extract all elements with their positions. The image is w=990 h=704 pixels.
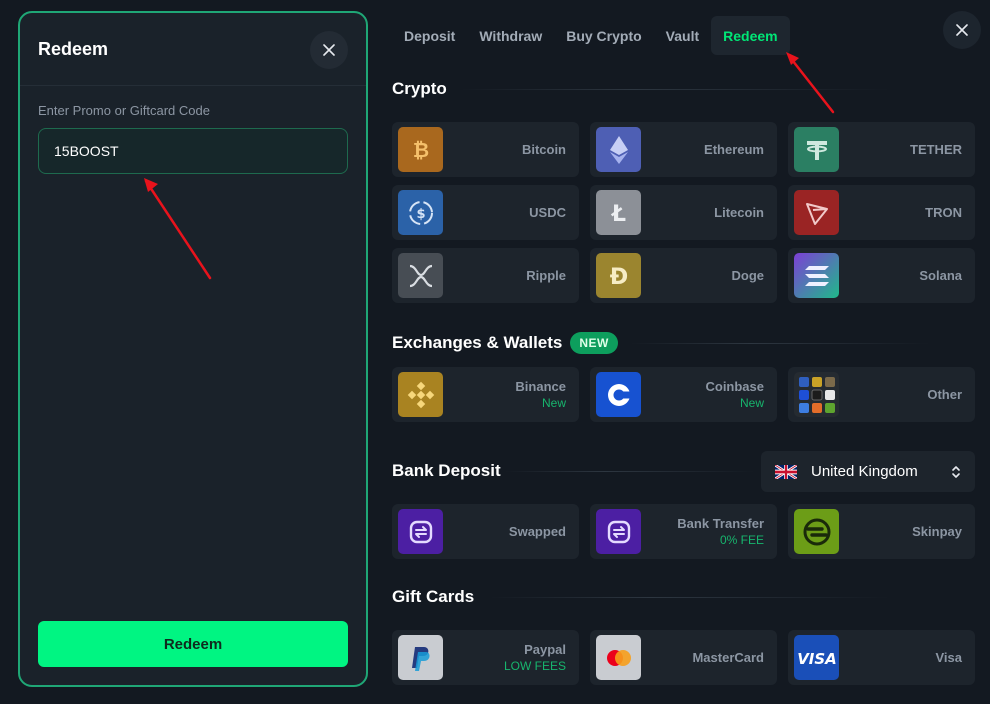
crypto-card-bitcoin[interactable]: ₿ Bitcoin xyxy=(392,122,579,177)
svg-text:Đ: Đ xyxy=(609,265,627,289)
crypto-card-usdc[interactable]: $ USDC xyxy=(392,185,579,240)
section-title-text: Gift Cards xyxy=(392,587,475,606)
crypto-name: TETHER xyxy=(910,142,962,157)
ethereum-icon xyxy=(596,127,641,172)
redeem-panel: Redeem Enter Promo or Giftcard Code Rede… xyxy=(18,11,368,687)
bank-sub: 0% FEE xyxy=(719,533,764,547)
bank-card-bank-transfer[interactable]: Bank Transfer 0% FEE xyxy=(590,504,777,559)
bank-name: Skinpay xyxy=(912,524,962,539)
country-name: United Kingdom xyxy=(811,463,918,480)
svg-text:VISA: VISA xyxy=(797,650,837,668)
country-select[interactable]: United Kingdom xyxy=(761,451,975,492)
bank-transfer-icon xyxy=(596,509,641,554)
binance-icon xyxy=(398,372,443,417)
chevron-up-down-icon xyxy=(952,465,960,478)
exchange-name: Other xyxy=(927,387,962,402)
redeem-panel-close-button[interactable] xyxy=(310,31,348,69)
tab-redeem[interactable]: Redeem xyxy=(711,16,790,55)
crypto-name: TRON xyxy=(925,205,962,220)
mastercard-icon xyxy=(596,635,641,680)
bank-name: Swapped xyxy=(508,524,566,539)
section-divider xyxy=(490,597,890,598)
crypto-name: Doge xyxy=(731,268,765,283)
close-icon xyxy=(323,44,335,56)
crypto-name: Bitcoin xyxy=(521,142,566,157)
annotation-arrow xyxy=(786,52,835,114)
tab-vault[interactable]: Vault xyxy=(654,16,711,55)
section-title-text: Exchanges & Wallets xyxy=(392,333,563,352)
section-divider xyxy=(460,89,890,90)
tab-buy-crypto[interactable]: Buy Crypto xyxy=(554,16,653,55)
gift-card-paypal[interactable]: Paypal LOW FEES xyxy=(392,630,579,685)
exchange-card-other[interactable]: Other xyxy=(788,367,975,422)
exchange-name: Coinbase xyxy=(705,379,764,394)
litecoin-icon: Ł xyxy=(596,190,641,235)
crypto-card-litecoin[interactable]: Ł Litecoin xyxy=(590,185,777,240)
exchange-card-coinbase[interactable]: Coinbase New xyxy=(590,367,777,422)
coinbase-icon xyxy=(596,372,641,417)
uk-flag-icon xyxy=(775,464,797,479)
crypto-name: Litecoin xyxy=(714,205,764,220)
gift-name: Paypal xyxy=(524,642,566,657)
section-title-crypto: Crypto xyxy=(392,79,447,99)
modal-close-button[interactable] xyxy=(943,11,981,49)
paypal-icon xyxy=(398,635,443,680)
section-title-gift: Gift Cards xyxy=(392,587,474,607)
section-divider xyxy=(505,471,755,472)
close-icon xyxy=(956,24,968,36)
doge-icon: Đ xyxy=(596,253,641,298)
section-title-exchanges: Exchanges & Wallets NEW xyxy=(392,332,618,354)
other-wallets-icon xyxy=(794,372,839,417)
tab-withdraw[interactable]: Withdraw xyxy=(467,16,554,55)
solana-icon xyxy=(794,253,839,298)
crypto-card-tether[interactable]: TETHER xyxy=(788,122,975,177)
exchange-name: Binance xyxy=(515,379,566,394)
exchange-sub: New xyxy=(739,396,764,410)
bank-card-skinpay[interactable]: Skinpay xyxy=(788,504,975,559)
promo-code-input[interactable] xyxy=(38,128,348,174)
redeem-panel-header: Redeem xyxy=(20,13,366,86)
ripple-icon xyxy=(398,253,443,298)
tron-icon xyxy=(794,190,839,235)
svg-text:Ł: Ł xyxy=(610,202,625,226)
svg-text:₿: ₿ xyxy=(412,138,428,162)
bank-card-swapped[interactable]: Swapped xyxy=(392,504,579,559)
crypto-card-ripple[interactable]: Ripple xyxy=(392,248,579,303)
crypto-card-solana[interactable]: Solana xyxy=(788,248,975,303)
exchange-sub: New xyxy=(541,396,566,410)
tether-icon xyxy=(794,127,839,172)
gift-card-mastercard[interactable]: MasterCard xyxy=(590,630,777,685)
gift-sub: LOW FEES xyxy=(503,659,566,673)
bank-name: Bank Transfer xyxy=(677,516,764,531)
crypto-name: USDC xyxy=(529,205,566,220)
section-divider xyxy=(630,343,930,344)
gift-name: MasterCard xyxy=(692,650,764,665)
redeem-panel-title: Redeem xyxy=(38,39,109,59)
swapped-icon xyxy=(398,509,443,554)
redeem-submit-button[interactable]: Redeem xyxy=(38,621,348,667)
new-badge: NEW xyxy=(570,332,618,354)
exchange-card-binance[interactable]: Binance New xyxy=(392,367,579,422)
crypto-card-ethereum[interactable]: Ethereum xyxy=(590,122,777,177)
crypto-name: Solana xyxy=(919,268,962,283)
usdc-icon: $ xyxy=(398,190,443,235)
section-title-bank: Bank Deposit xyxy=(392,461,501,481)
skinpay-icon xyxy=(794,509,839,554)
svg-text:$: $ xyxy=(416,207,425,222)
gift-card-visa[interactable]: VISA Visa xyxy=(788,630,975,685)
visa-icon: VISA xyxy=(794,635,839,680)
bitcoin-icon: ₿ xyxy=(398,127,443,172)
wallet-tabs: Deposit Withdraw Buy Crypto Vault Redeem xyxy=(392,16,790,55)
section-title-text: Crypto xyxy=(392,79,447,98)
tab-deposit[interactable]: Deposit xyxy=(392,16,467,55)
crypto-card-doge[interactable]: Đ Doge xyxy=(590,248,777,303)
crypto-card-tron[interactable]: TRON xyxy=(788,185,975,240)
gift-name: Visa xyxy=(935,650,962,665)
promo-code-label: Enter Promo or Giftcard Code xyxy=(38,103,210,118)
crypto-name: Ripple xyxy=(526,268,566,283)
crypto-name: Ethereum xyxy=(704,142,764,157)
section-title-text: Bank Deposit xyxy=(392,461,501,480)
